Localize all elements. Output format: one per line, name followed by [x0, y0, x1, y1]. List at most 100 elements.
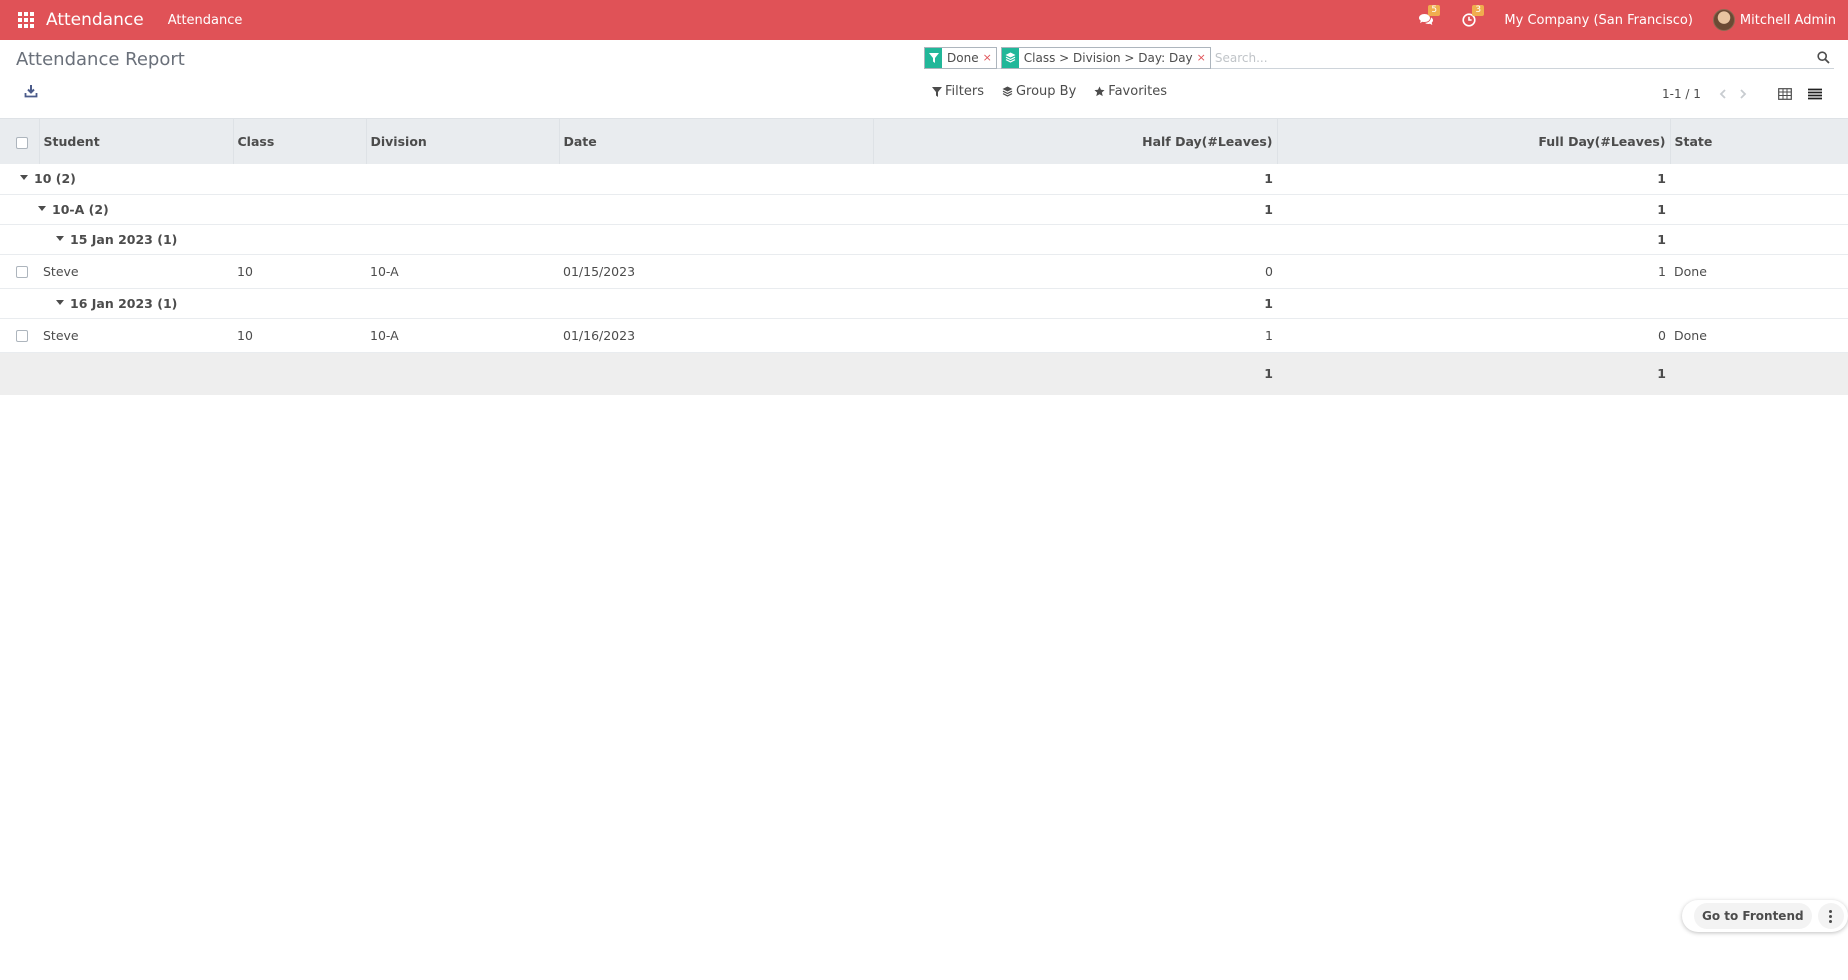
group-half-day: 1	[873, 288, 1277, 319]
download-button[interactable]	[24, 84, 42, 102]
group-half-day: 1	[873, 194, 1277, 225]
company-switcher[interactable]: My Company (San Francisco)	[1504, 13, 1692, 28]
caret-down-icon	[56, 299, 64, 305]
group-full-day: 1	[1277, 194, 1670, 225]
column-header-full-day[interactable]: Full Day(#Leaves)	[1277, 119, 1671, 164]
filter-icon	[925, 47, 942, 68]
frontend-widget: Go to Frontend	[1682, 900, 1848, 932]
groupby-facet-value: Class > Division > Day: Day	[1023, 50, 1193, 65]
cell-half-day: 0	[873, 254, 1277, 289]
chevron-right-icon	[1740, 89, 1747, 99]
column-header-date[interactable]: Date	[559, 119, 874, 164]
page-title: Attendance Report	[16, 49, 185, 70]
messages-count-badge: 5	[1428, 5, 1441, 16]
search-input[interactable]	[1214, 47, 1812, 68]
apps-menu-icon[interactable]	[0, 0, 52, 40]
download-icon	[24, 85, 38, 98]
filter-facet-remove[interactable]: ×	[983, 51, 996, 64]
layers-icon	[1002, 86, 1013, 97]
filter-facet-value: Done	[947, 50, 979, 65]
search-button[interactable]	[1812, 48, 1834, 68]
groupby-facet: Class > Division > Day: Day ×	[1000, 46, 1211, 69]
row-checkbox[interactable]	[16, 330, 28, 342]
cell-date: 01/16/2023	[559, 318, 873, 353]
table-row[interactable]: Steve 10 10-A 01/15/2023 0 1 Done	[0, 254, 1848, 289]
filters-label: Filters	[945, 84, 984, 99]
groupby-label: Group By	[1015, 84, 1077, 99]
groupby-dropdown[interactable]: Group By	[1002, 84, 1076, 99]
column-header-state[interactable]: State	[1670, 119, 1848, 164]
menu-item-attendance[interactable]: Attendance	[168, 13, 243, 28]
avatar	[1712, 9, 1735, 31]
caret-down-icon	[38, 205, 46, 211]
user-menu[interactable]: Mitchell Admin	[1712, 9, 1836, 31]
cell-state: Done	[1670, 254, 1848, 289]
group-label: 15 Jan 2023 (1)	[70, 231, 178, 247]
messages-button[interactable]: 5	[1418, 5, 1441, 27]
user-name: Mitchell Admin	[1739, 12, 1836, 28]
filter-facet: Done ×	[924, 46, 997, 69]
go-to-frontend-button[interactable]: Go to Frontend	[1694, 903, 1812, 929]
activities-count-badge: 3	[1472, 5, 1485, 16]
table-row[interactable]: Steve 10 10-A 01/16/2023 1 0 Done	[0, 318, 1848, 353]
control-panel: Attendance Report Done × Class > Divisio…	[0, 40, 1848, 119]
cell-class: 10	[233, 318, 366, 353]
top-navbar: Attendance Attendance 5 3 My Company (Sa…	[0, 0, 1848, 40]
row-checkbox[interactable]	[16, 266, 28, 278]
footer-full-day-total: 1	[1657, 366, 1666, 382]
cell-half-day: 1	[873, 318, 1277, 353]
group-half-day	[873, 224, 1277, 255]
cell-division: 10-A	[366, 254, 559, 289]
column-header-student[interactable]: Student	[39, 119, 234, 164]
layers-icon	[1001, 47, 1019, 68]
column-header-half-day[interactable]: Half Day(#Leaves)	[873, 119, 1278, 164]
star-icon	[1094, 86, 1105, 97]
cell-student: Steve	[39, 318, 233, 353]
group-label: 16 Jan 2023 (1)	[70, 295, 178, 311]
table-grid-icon	[1778, 88, 1792, 100]
group-row-class[interactable]: 10 (2) 1 1	[0, 164, 1848, 195]
caret-down-icon	[56, 235, 64, 241]
favorites-dropdown[interactable]: Favorites	[1094, 84, 1167, 99]
cell-full-day: 0	[1277, 318, 1670, 353]
footer-half-day-total: 1	[1264, 366, 1273, 382]
column-header-division[interactable]: Division	[366, 119, 560, 164]
attendance-table: Student Class Division Date Half Day(#Le…	[0, 119, 1848, 395]
filters-dropdown[interactable]: Filters	[932, 84, 984, 99]
cell-division: 10-A	[366, 318, 559, 353]
pager-next-button[interactable]	[1733, 86, 1753, 102]
group-half-day: 1	[873, 164, 1277, 195]
app-brand[interactable]: Attendance	[46, 10, 144, 30]
group-row-day[interactable]: 16 Jan 2023 (1) 1	[0, 288, 1848, 319]
select-all-cell	[0, 119, 40, 164]
activities-button[interactable]: 3	[1462, 5, 1485, 27]
group-row-day[interactable]: 15 Jan 2023 (1) 1	[0, 224, 1848, 255]
cell-state: Done	[1670, 318, 1848, 353]
list-icon	[1808, 88, 1822, 100]
group-full-day: 1	[1277, 164, 1670, 195]
search-icon	[1816, 51, 1830, 64]
pivot-view-button[interactable]	[1770, 82, 1800, 106]
cell-student: Steve	[39, 254, 233, 289]
group-full-day: 1	[1277, 224, 1670, 255]
cell-full-day: 1	[1277, 254, 1670, 289]
group-row-division[interactable]: 10-A (2) 1 1	[0, 194, 1848, 225]
search-bar: Done × Class > Division > Day: Day ×	[924, 46, 1834, 69]
groupby-facet-remove[interactable]: ×	[1197, 51, 1210, 64]
list-view-button[interactable]	[1800, 82, 1830, 106]
cell-date: 01/15/2023	[559, 254, 873, 289]
filter-icon	[932, 86, 942, 97]
chevron-left-icon	[1719, 89, 1726, 99]
select-all-checkbox[interactable]	[16, 136, 28, 149]
more-options-icon[interactable]	[1817, 903, 1844, 929]
cell-class: 10	[233, 254, 366, 289]
column-header-class[interactable]: Class	[233, 119, 367, 164]
pager-value[interactable]: 1-1 / 1	[1662, 87, 1701, 101]
table-header-row: Student Class Division Date Half Day(#Le…	[0, 119, 1848, 164]
table-footer-row: 1 1	[0, 352, 1848, 395]
pager-previous-button[interactable]	[1713, 86, 1733, 102]
group-full-day	[1277, 288, 1670, 319]
group-label: 10 (2)	[34, 171, 76, 187]
group-label: 10-A (2)	[52, 201, 109, 217]
favorites-label: Favorites	[1108, 84, 1168, 99]
